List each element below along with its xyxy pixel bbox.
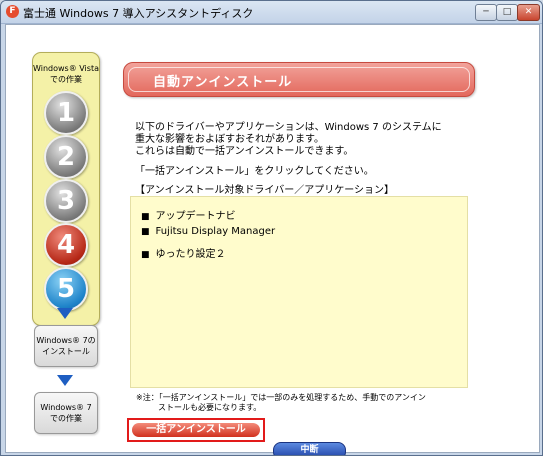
sidebar-title: Windows® Vista での作業 [33, 64, 99, 84]
arrow-down-icon [57, 375, 73, 386]
uninstall-target-list: ■ アップデートナビ ■ Fujitsu Display Manager ■ ゆったり… [130, 196, 468, 388]
sidebar-box-install-windows7: Windows® 7の インストール [34, 325, 98, 367]
step-5-icon: 5 [44, 267, 88, 311]
list-item: ■ アップデートナビ [141, 211, 236, 222]
instruction-text: 「一括アンインストール」をクリックしてください。 [135, 166, 374, 177]
window-title: 富士通 Windows 7 導入アシスタントディスク [23, 7, 254, 20]
arrow-down-icon [57, 308, 73, 319]
note-text: ※注：「一括アンインストール」では一部のみを処理するため、手動でのアンイン スト… [136, 393, 426, 412]
list-item: ■ Fujitsu Display Manager [141, 226, 276, 237]
client-area: Windows® Vista での作業 1 2 3 4 5 Windows® 7… [5, 24, 540, 455]
bulk-uninstall-button[interactable]: 一括アンインストール [127, 418, 265, 442]
fujitsu-app-icon: F [6, 5, 19, 18]
list-item: ■ ゆったり設定２ [141, 249, 226, 260]
step-1-icon: 1 [44, 91, 88, 135]
step-3-icon: 3 [44, 179, 88, 223]
page-header: 自動アンインストール [123, 62, 475, 97]
close-button[interactable]: ✕ [517, 4, 540, 21]
maximize-button[interactable]: □ [496, 4, 518, 21]
step-4-icon: 4 [44, 223, 88, 267]
app-window: F 富士通 Windows 7 導入アシスタントディスク ─ □ ✕ Windo… [0, 0, 543, 456]
sidebar-box-windows7-work: Windows® 7 での作業 [34, 392, 98, 434]
bulk-uninstall-button-label[interactable]: 一括アンインストール [132, 423, 260, 437]
description-text: 以下のドライバーやアプリケーションは、Windows 7 のシステムに 重大な影… [135, 122, 442, 157]
minimize-button[interactable]: ─ [475, 4, 497, 21]
cancel-button[interactable]: 中断 [273, 442, 346, 455]
step-2-icon: 2 [44, 135, 88, 179]
list-title: 【アンインストール対象ドライバー／アプリケーション】 [135, 185, 394, 196]
page-title: 自動アンインストール [153, 75, 293, 90]
title-bar[interactable]: F 富士通 Windows 7 導入アシスタントディスク ─ □ ✕ [1, 1, 542, 24]
sidebar-steps-panel: Windows® Vista での作業 1 2 3 4 5 [32, 52, 100, 326]
